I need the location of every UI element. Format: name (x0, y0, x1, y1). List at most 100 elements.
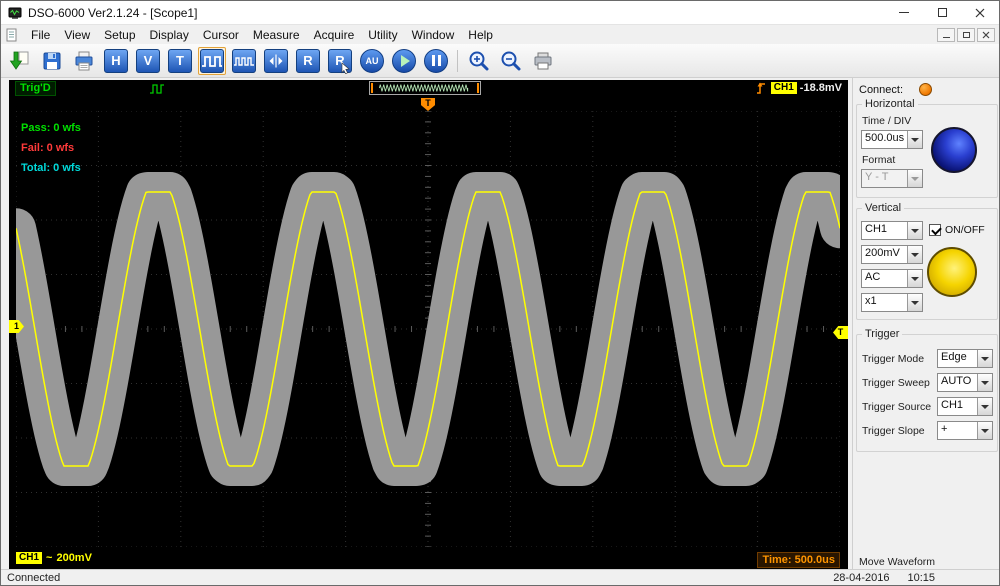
maximize-icon (938, 8, 947, 17)
pass-count: Pass: 0 wfs (21, 118, 81, 138)
time-per-div-readout: Time: 500.0us (757, 552, 840, 568)
menu-setup[interactable]: Setup (97, 27, 142, 43)
status-date: 28-04-2016 (833, 572, 889, 584)
channel1-readout: CH1 ~ 200mV (16, 552, 92, 564)
trigger-setup-button[interactable]: T (166, 47, 194, 75)
cursor-arrow-icon (341, 62, 353, 74)
format-label: Format (862, 154, 895, 166)
trigger-setup-icon: T (168, 49, 192, 73)
trigger-sweep-select[interactable]: AUTO (937, 373, 993, 392)
horizontal-knob[interactable] (931, 127, 977, 173)
pause-button[interactable] (422, 47, 450, 75)
minimize-icon (899, 12, 909, 13)
restore-icon (963, 32, 970, 38)
checkbox-checked-icon (929, 224, 941, 236)
chevron-down-icon (907, 131, 922, 148)
run-button[interactable] (390, 47, 418, 75)
trigger-sweep-label: Trigger Sweep (862, 377, 930, 389)
control-panel: Connect: Horizontal Time / DIV 500.0us F… (852, 78, 1000, 571)
window-title: DSO-6000 Ver2.1.24 - [Scope1] (28, 6, 197, 20)
trigger-channel-badge: CH1 (771, 82, 797, 94)
refresh-button[interactable]: R (294, 47, 322, 75)
maximize-button[interactable] (923, 1, 961, 24)
menu-measure[interactable]: Measure (246, 27, 307, 43)
channel-onoff-checkbox[interactable]: ON/OFF (929, 224, 985, 236)
vertical-setup-button[interactable]: V (134, 47, 162, 75)
print-icon (73, 50, 95, 72)
trigger-slope-select[interactable]: + (937, 421, 993, 440)
total-count: Total: 0 wfs (21, 158, 81, 178)
trigger-slope-label: Trigger Slope (862, 425, 925, 437)
window-controls (885, 1, 999, 24)
vertical-group: Vertical CH1 ON/OFF 200mV AC x1 (856, 208, 998, 320)
fail-count: Fail: 0 wfs (21, 138, 81, 158)
chevron-down-icon (977, 398, 992, 415)
probe-select[interactable]: x1 (861, 293, 923, 312)
onoff-label: ON/OFF (945, 224, 985, 236)
volts-div-select[interactable]: 200mV (861, 245, 923, 264)
close-button[interactable] (961, 1, 999, 24)
trigger-position-marker[interactable]: T (421, 98, 435, 111)
connect-button[interactable] (919, 83, 932, 96)
record-preview[interactable] (369, 81, 481, 95)
graticule (16, 111, 840, 547)
autoset-button[interactable]: AU (358, 47, 386, 75)
menu-bar: File View Setup Display Cursor Measure A… (1, 25, 999, 44)
menu-file[interactable]: File (24, 27, 57, 43)
connect-label: Connect: (859, 84, 903, 96)
waveform-mode-alt-button[interactable] (230, 47, 258, 75)
expand-button[interactable] (262, 47, 290, 75)
menu-help[interactable]: Help (461, 27, 500, 43)
trigger-source-select[interactable]: CH1 (937, 397, 993, 416)
print-button[interactable] (70, 47, 98, 75)
cursor-refresh-button[interactable]: R (326, 47, 354, 75)
status-bar: Connected 28-04-2016 10:15 (1, 569, 999, 585)
trigger-slope-value: + (938, 422, 977, 439)
channel-select[interactable]: CH1 (861, 221, 923, 240)
print-preview-button[interactable] (529, 47, 557, 75)
chevron-down-icon (977, 422, 992, 439)
vertical-setup-icon: V (136, 49, 160, 73)
coupling-select[interactable]: AC (861, 269, 923, 288)
mdi-restore-button[interactable] (957, 28, 975, 42)
chevron-down-icon (907, 170, 922, 187)
coupling-value: AC (862, 270, 907, 287)
time-div-select[interactable]: 500.0us (861, 130, 923, 149)
horizontal-expand-icon (264, 49, 288, 73)
app-icon (8, 6, 22, 20)
waveform-mode-button[interactable] (198, 47, 226, 75)
time-div-label: Time / DIV (862, 115, 911, 127)
trigger-mode-value: Edge (938, 350, 977, 367)
open-button[interactable] (6, 47, 34, 75)
double-square-wave-icon (232, 49, 256, 73)
zoom-in-button[interactable] (465, 47, 493, 75)
menu-cursor[interactable]: Cursor (196, 27, 246, 43)
channel1-badge: CH1 (16, 552, 42, 564)
preview-waveform-icon (370, 82, 478, 94)
menu-utility[interactable]: Utility (361, 27, 404, 43)
coupling-symbol: ~ (46, 552, 52, 564)
trigger-mode-select[interactable]: Edge (937, 349, 993, 368)
menu-view[interactable]: View (57, 27, 97, 43)
menu-acquire[interactable]: Acquire (307, 27, 362, 43)
mdi-minimize-button[interactable] (937, 28, 955, 42)
minimize-button[interactable] (885, 1, 923, 24)
horizontal-setup-icon: H (104, 49, 128, 73)
mdi-close-button[interactable] (977, 28, 995, 42)
save-button[interactable] (38, 47, 66, 75)
trigger-mode-label: Trigger Mode (862, 353, 924, 365)
zoom-out-button[interactable] (497, 47, 525, 75)
vertical-knob[interactable] (927, 247, 977, 297)
menu-window[interactable]: Window (405, 27, 462, 43)
document-icon (5, 28, 18, 42)
volts-div-value: 200mV (862, 246, 907, 263)
square-wave-icon (200, 49, 224, 73)
move-waveform-label: Move Waveform (859, 556, 935, 568)
menu-display[interactable]: Display (143, 27, 196, 43)
trigger-readout: CH1 -18.8mV (755, 81, 842, 95)
trigger-group-title: Trigger (862, 328, 902, 340)
horizontal-setup-button[interactable]: H (102, 47, 130, 75)
chevron-down-icon (907, 246, 922, 263)
trigger-status-badge: Trig'D (15, 81, 56, 96)
trigger-sweep-value: AUTO (938, 374, 977, 391)
